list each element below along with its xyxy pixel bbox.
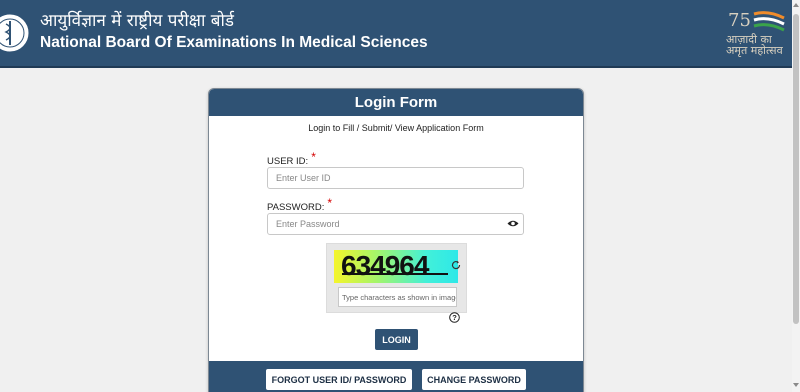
refresh-icon[interactable] bbox=[451, 260, 461, 270]
question-icon[interactable]: ? bbox=[449, 312, 460, 323]
english-site-title: National Board Of Examinations In Medica… bbox=[40, 34, 428, 51]
scrollbar-thumb[interactable] bbox=[793, 14, 799, 324]
scroll-down-arrow-icon[interactable] bbox=[793, 383, 799, 387]
svg-text:?: ? bbox=[452, 313, 457, 322]
user-id-label-text: USER ID: bbox=[267, 156, 309, 167]
hindi-site-title: आयुर्विज्ञान में राष्ट्रीय परीक्षा बोर्ड bbox=[40, 11, 234, 31]
page-scrollbar[interactable] bbox=[792, 0, 800, 392]
password-label-text: PASSWORD: bbox=[267, 202, 325, 213]
svg-text:75: 75 bbox=[728, 10, 751, 31]
captcha-panel: 634964 bbox=[326, 243, 467, 313]
change-password-button[interactable]: CHANGE PASSWORD bbox=[422, 369, 526, 390]
password-label: PASSWORD: * bbox=[267, 196, 333, 213]
scroll-up-arrow-icon[interactable] bbox=[793, 3, 799, 7]
site-header: आयुर्विज्ञान में राष्ट्रीय परीक्षा बोर्ड… bbox=[0, 0, 792, 68]
captcha-text: 634964 bbox=[341, 250, 429, 281]
password-input[interactable] bbox=[267, 213, 524, 235]
captcha-image: 634964 bbox=[334, 250, 458, 283]
azadi-tagline: आज़ादी का अमृत महोत्सव bbox=[726, 34, 783, 56]
azadi-tagline-bottom: अमृत महोत्सव bbox=[726, 44, 783, 57]
required-marker: * bbox=[327, 196, 333, 210]
captcha-strike-line bbox=[342, 273, 448, 275]
login-button[interactable]: LOGIN bbox=[375, 329, 418, 350]
captcha-input[interactable] bbox=[338, 287, 457, 307]
forgot-user-id-password-button[interactable]: FORGOT USER ID/ PASSWORD bbox=[266, 369, 412, 390]
login-form-title: Login Form bbox=[209, 89, 583, 116]
login-card-footer: FORGOT USER ID/ PASSWORD CHANGE PASSWORD bbox=[209, 361, 583, 392]
required-marker: * bbox=[311, 150, 316, 164]
eye-icon[interactable] bbox=[507, 219, 519, 228]
login-form-subtitle: Login to Fill / Submit/ View Application… bbox=[308, 123, 484, 133]
user-id-label: USER ID: * bbox=[267, 150, 316, 167]
login-card: Login Form Login to Fill / Submit/ View … bbox=[208, 88, 584, 392]
user-id-input[interactable] bbox=[267, 167, 524, 189]
nbe-logo-icon bbox=[0, 13, 30, 53]
